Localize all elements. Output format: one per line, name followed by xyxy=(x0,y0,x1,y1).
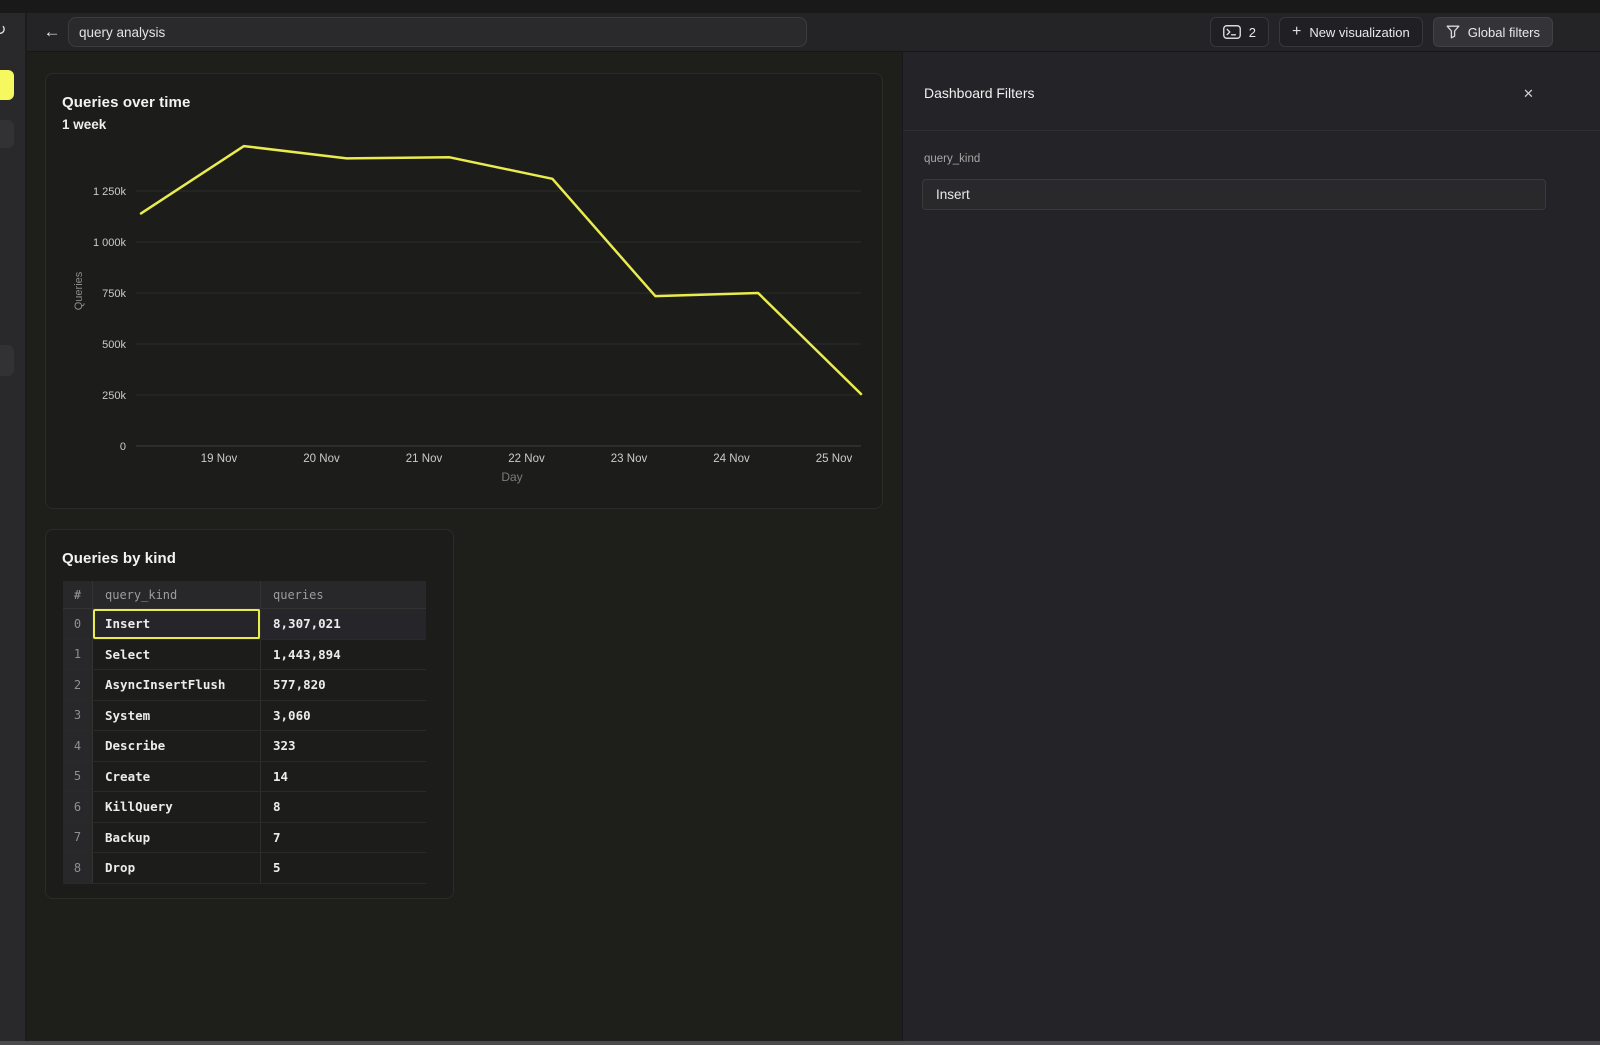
y-tick-label: 1 250k xyxy=(93,186,127,198)
y-tick-label: 500k xyxy=(102,339,126,351)
y-tick-label: 1 000k xyxy=(93,237,127,249)
global-filters-button[interactable]: Global filters xyxy=(1433,17,1553,47)
queries-value-cell: 323 xyxy=(261,731,426,761)
sidebar-item-active[interactable] xyxy=(0,70,14,100)
global-filters-label: Global filters xyxy=(1468,25,1540,40)
query-kind-cell[interactable]: Select xyxy=(93,640,261,670)
row-index: 1 xyxy=(63,640,93,670)
table-header-query-kind: query_kind xyxy=(93,581,261,608)
table-header-index: # xyxy=(63,581,93,608)
dashboard-title-input[interactable] xyxy=(68,17,807,47)
x-tick-label: 19 Nov xyxy=(201,453,238,465)
queries-value-cell: 5 xyxy=(261,853,426,883)
queries-by-kind-card: Queries by kind # query_kind queries 0In… xyxy=(45,529,454,899)
sidebar-item[interactable] xyxy=(0,120,14,148)
console-count: 2 xyxy=(1249,25,1256,40)
table-title: Queries by kind xyxy=(62,550,176,567)
bottom-edge-strip xyxy=(0,1041,1600,1045)
row-index: 8 xyxy=(63,853,93,883)
query-kind-cell[interactable]: KillQuery xyxy=(93,792,261,822)
y-tick-label: 750k xyxy=(102,288,126,300)
panel-divider xyxy=(903,130,1600,131)
table-row[interactable]: 1Select1,443,894 xyxy=(63,640,426,671)
table-row[interactable]: 2AsyncInsertFlush577,820 xyxy=(63,670,426,701)
table-row[interactable]: 5Create14 xyxy=(63,762,426,793)
queries-value-cell: 3,060 xyxy=(261,701,426,731)
sidebar-rail: ↻ xyxy=(0,13,26,1041)
new-visualization-button[interactable]: + New visualization xyxy=(1279,17,1423,47)
filter-field-label: query_kind xyxy=(924,153,980,165)
dashboard-filters-panel: Dashboard Filters ✕ query_kind xyxy=(902,52,1600,1041)
dashboard-canvas: Queries over time 1 week 1 250k1 000k750… xyxy=(27,52,902,1041)
table-row[interactable]: 4Describe323 xyxy=(63,731,426,762)
table-row[interactable]: 3System3,060 xyxy=(63,701,426,732)
queries-value-cell: 8,307,021 xyxy=(261,609,426,639)
chart-title: Queries over time xyxy=(62,94,190,111)
filters-panel-title: Dashboard Filters xyxy=(924,85,1035,101)
table-body: 0Insert8,307,0211Select1,443,8942AsyncIn… xyxy=(63,609,426,884)
x-tick-label: 23 Nov xyxy=(611,453,648,465)
x-tick-label: 24 Nov xyxy=(713,453,750,465)
table-row[interactable]: 8Drop5 xyxy=(63,853,426,884)
queries-series-line xyxy=(141,146,861,394)
topbar: ← 2 + New visualization Global filters xyxy=(27,13,1600,52)
queries-value-cell: 14 xyxy=(261,762,426,792)
console-count-button[interactable]: 2 xyxy=(1210,17,1269,47)
queries-value-cell: 8 xyxy=(261,792,426,822)
y-tick-label: 0 xyxy=(120,441,126,453)
queries-value-cell: 7 xyxy=(261,823,426,853)
x-tick-label: 22 Nov xyxy=(508,453,545,465)
x-tick-label: 25 Nov xyxy=(816,453,853,465)
back-button[interactable]: ← xyxy=(39,19,65,45)
query-kind-cell-selected[interactable]: Insert xyxy=(93,609,261,639)
row-index: 0 xyxy=(63,609,93,639)
row-index: 3 xyxy=(63,701,93,731)
query-kind-cell[interactable]: System xyxy=(93,701,261,731)
row-index: 7 xyxy=(63,823,93,853)
row-index: 4 xyxy=(63,731,93,761)
query-kind-cell[interactable]: Create xyxy=(93,762,261,792)
window-top-strip xyxy=(0,0,1600,13)
refresh-icon[interactable]: ↻ xyxy=(0,23,6,39)
line-chart: 1 250k 1 000k 750k 500k 250k 0 19 Nov 20 Nov 21 … xyxy=(46,129,884,509)
table-row[interactable]: 0Insert8,307,021 xyxy=(63,609,426,640)
row-index: 2 xyxy=(63,670,93,700)
x-tick-label: 21 Nov xyxy=(406,453,443,465)
close-icon[interactable]: ✕ xyxy=(1521,83,1536,105)
new-visualization-label: New visualization xyxy=(1309,25,1409,40)
queries-value-cell: 577,820 xyxy=(261,670,426,700)
query-kind-cell[interactable]: AsyncInsertFlush xyxy=(93,670,261,700)
row-index: 5 xyxy=(63,762,93,792)
table-row[interactable]: 7Backup7 xyxy=(63,823,426,854)
y-axis-title: Queries xyxy=(73,271,85,310)
query-kind-cell[interactable]: Drop xyxy=(93,853,261,883)
funnel-icon xyxy=(1446,25,1460,39)
queries-value-cell: 1,443,894 xyxy=(261,640,426,670)
queries-over-time-card: Queries over time 1 week 1 250k1 000k750… xyxy=(45,73,883,509)
console-icon xyxy=(1223,25,1241,39)
table-header-queries: queries xyxy=(261,588,426,602)
table-header-row: # query_kind queries xyxy=(63,581,426,609)
query-kind-cell[interactable]: Backup xyxy=(93,823,261,853)
row-index: 6 xyxy=(63,792,93,822)
plus-icon: + xyxy=(1292,25,1301,39)
query-kind-cell[interactable]: Describe xyxy=(93,731,261,761)
y-tick-label: 250k xyxy=(102,390,126,402)
sidebar-item[interactable] xyxy=(0,345,14,376)
query-kind-filter-input[interactable] xyxy=(922,179,1546,210)
x-axis-title: Day xyxy=(501,470,522,484)
table-row[interactable]: 6KillQuery8 xyxy=(63,792,426,823)
results-table: # query_kind queries 0Insert8,307,0211Se… xyxy=(63,581,426,884)
x-tick-label: 20 Nov xyxy=(303,453,340,465)
